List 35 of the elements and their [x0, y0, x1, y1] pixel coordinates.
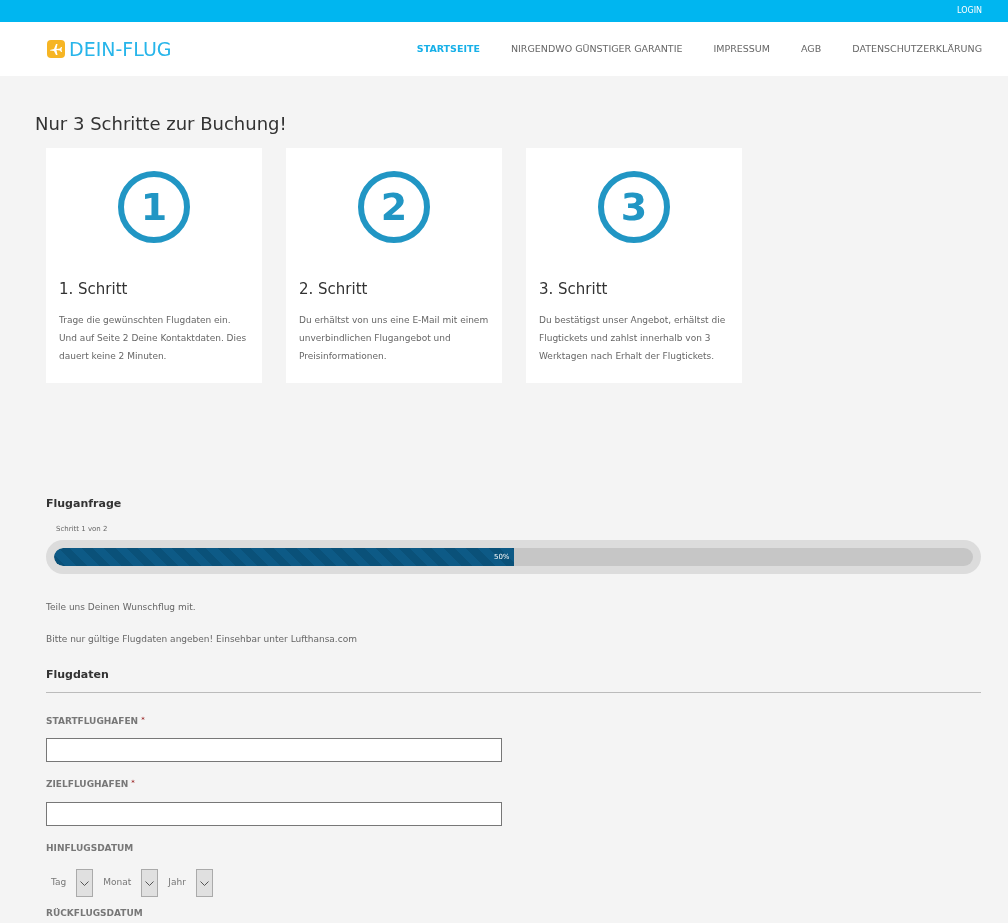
step-description: Du bestätigst unser Angebot, erhältst die Flugtickets und zahlst innerhalb von 3 Werktagen nach Erhalt der Flugtickets.: [539, 313, 727, 363]
step-description: Trage die gewünschten Flugdaten ein. Und auf Seite 2 Deine Kontaktdaten. Dies dauert keine 2 Minuten.: [59, 313, 248, 363]
page-heading: Nur 3 Schritte zur Buchung!: [35, 112, 288, 136]
step-number-icon: 1: [117, 170, 191, 244]
field-label: ZIELFLUGHAFEN: [46, 778, 129, 791]
chevron-down-icon: [80, 880, 90, 886]
text-input[interactable]: [46, 801, 502, 826]
step-number-icon: 3: [597, 170, 671, 244]
airplane-icon: [47, 40, 65, 58]
text-input[interactable]: [46, 738, 502, 762]
date-part-label: Tag: [51, 876, 67, 890]
step-title: 3. Schritt: [539, 279, 609, 300]
logo-text: DEIN-FLUG: [69, 36, 172, 62]
step-number-icon: 2: [357, 170, 431, 244]
dropdown-select[interactable]: [76, 869, 94, 897]
nav-link[interactable]: AGB: [801, 41, 822, 57]
step-title: 1. Schritt: [59, 279, 129, 300]
date-part-label: Monat: [103, 876, 132, 890]
intro-text: Bitte nur gültige Flugdaten angeben! Einsehbar unter Lufthansa.com: [46, 632, 358, 646]
chevron-down-icon: [199, 880, 209, 886]
nav-link[interactable]: DATENSCHUTZERKLÄRUNG: [852, 41, 982, 57]
step-description: Du erhältst von uns eine E-Mail mit einem unverbindlichen Flugangebot und Preisinformationen.: [299, 313, 489, 363]
step-title: 2. Schritt: [299, 279, 369, 300]
form-title: Fluganfrage: [46, 496, 123, 512]
chevron-down-icon: [145, 880, 155, 886]
nav-link[interactable]: IMPRESSUM: [713, 41, 770, 57]
dropdown-select[interactable]: [195, 869, 213, 897]
date-part-label: Jahr: [168, 876, 186, 890]
intro-text: Teile uns Deinen Wunschflug mit.: [46, 601, 197, 614]
field-label: RÜCKFLUGSDATUM: [46, 907, 143, 920]
field-label: HINFLUGSDATUM: [46, 841, 134, 855]
nav-link[interactable]: NIRGENDWO GÜNSTIGER GARANTIE: [510, 41, 683, 57]
section-title: Flugdaten: [46, 667, 110, 683]
dropdown-select[interactable]: [141, 869, 159, 897]
field-label: STARTFLUGHAFEN: [46, 714, 139, 728]
